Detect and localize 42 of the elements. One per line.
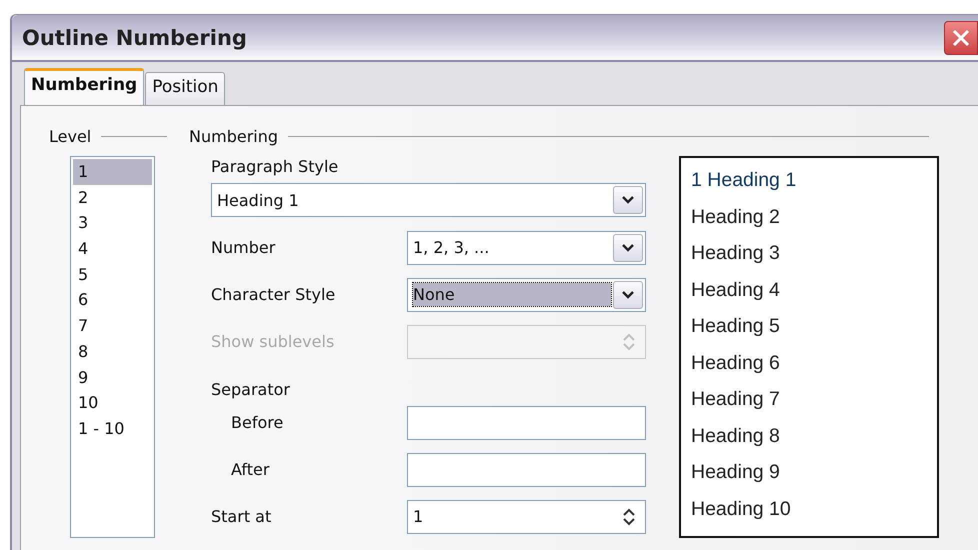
section-legend: Level [49,126,92,146]
input-field[interactable] [407,406,646,440]
dropdown[interactable]: 1, 2, 3, ... [407,230,646,264]
level-item[interactable]: 8 [73,338,152,364]
spin-field[interactable]: 1 [407,500,646,534]
level-item[interactable]: 7 [73,313,152,339]
preview-heading: Heading 10 [691,496,792,522]
level-item[interactable]: 4 [73,236,152,262]
level-item[interactable]: 3 [73,210,152,236]
preview-heading: Heading 2 [691,204,781,230]
section-legend: Numbering [189,126,278,146]
input-field[interactable] [407,452,646,486]
close-button[interactable] [944,20,978,54]
close-icon [951,28,971,48]
tab[interactable]: Position [145,72,226,105]
field-label: Paragraph Style [211,156,340,176]
dropdown[interactable]: None [407,278,646,312]
level-item[interactable]: 10 [73,390,152,416]
preview-heading: Heading 9 [691,460,781,485]
level-item[interactable]: 1 - 10 [73,416,152,442]
preview-heading: 1 Heading 1 [691,168,798,193]
field-label: Show sublevels [211,332,336,351]
field-label: Character Style [211,285,336,304]
tab[interactable]: Numbering [24,68,144,105]
preview-heading: Heading 8 [691,424,781,448]
preview-heading: Heading 6 [691,350,781,376]
field-label: After [231,460,270,479]
window-title: Outline Numbering [21,26,247,50]
paragraph-style-dropdown[interactable]: Heading 1 [211,183,646,217]
preview-heading: Heading 7 [691,387,781,412]
field-label: Number [211,238,276,257]
field-label: Start at [211,507,272,526]
preview-heading: Heading 4 [691,278,781,302]
level-item[interactable]: 1 [73,159,152,185]
level-item[interactable]: 2 [73,184,152,210]
level-item[interactable]: 6 [73,287,152,314]
level-item[interactable]: 5 [73,262,152,288]
field-label: Before [231,413,284,432]
preview-heading: Heading 5 [691,314,781,339]
level-item[interactable]: 9 [73,364,152,390]
group-label: Separator [211,380,291,399]
preview-heading: Heading 3 [691,241,781,266]
